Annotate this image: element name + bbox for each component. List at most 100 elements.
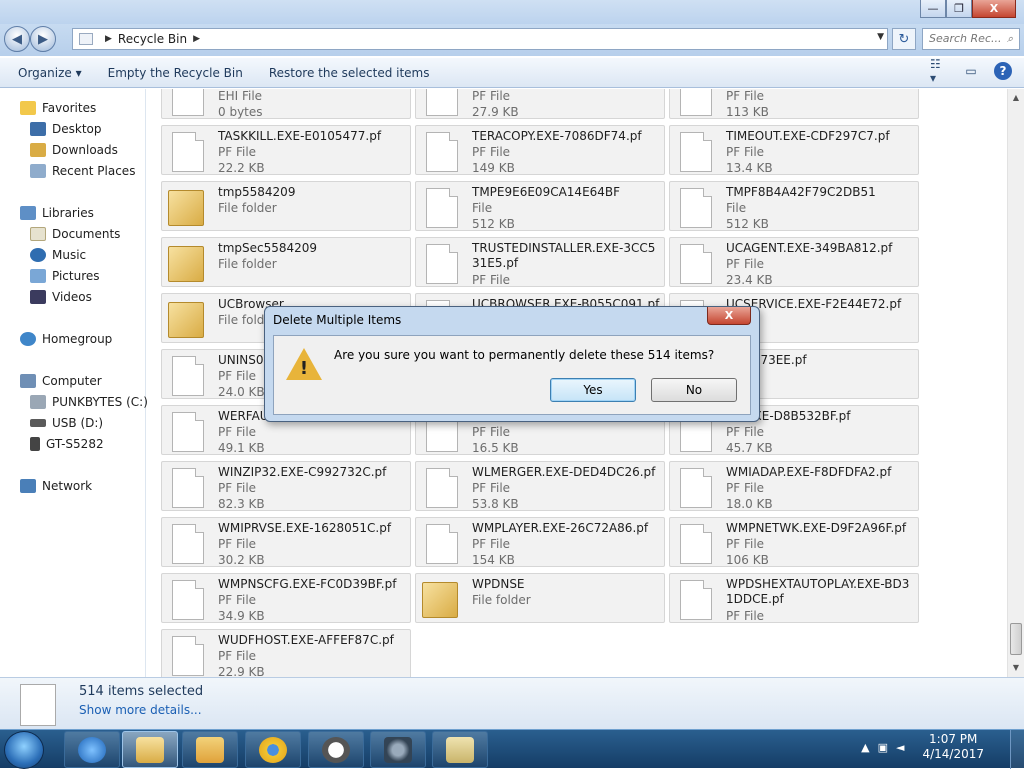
no-button[interactable]: No <box>651 378 737 402</box>
sidebar-item-music[interactable]: Music <box>30 246 86 264</box>
volume-icon[interactable]: ◄ <box>896 741 904 754</box>
search-icon: ⌕ <box>1006 32 1013 45</box>
file-size: 34.9 KB <box>218 609 265 623</box>
sidebar-item-device[interactable]: GT-S5282 <box>30 435 104 453</box>
scroll-down-icon[interactable]: ▼ <box>1010 661 1022 673</box>
file-type: PF File <box>472 425 511 439</box>
file-tile[interactable]: WMPNETWK.EXE-D9F2A96F.pf PF File 106 KB <box>669 517 919 567</box>
sidebar-label: GT-S5282 <box>46 437 104 451</box>
taskbar-media-player[interactable] <box>182 731 238 768</box>
restore-selected-button[interactable]: Restore the selected items <box>269 66 430 80</box>
breadcrumb-arrow-icon: ▶ <box>193 34 201 44</box>
dialog-close-button[interactable]: X <box>707 307 751 325</box>
file-tile[interactable]: TASKKILL.EXE-E0105477.pf PF File 22.2 KB <box>161 125 411 175</box>
file-size: 22.9 KB <box>218 665 265 677</box>
sidebar-label: Pictures <box>52 269 100 283</box>
taskbar-internet-explorer[interactable] <box>64 731 120 768</box>
toolbar-right-icons: ☷ ▾ ▭ ? <box>930 57 1012 85</box>
file-name: tmpSec5584209 <box>218 241 318 255</box>
file-name: WPDSHEXTAUTOPLAY.EXE-BD31DDCE.pf <box>726 577 910 606</box>
network-tray-icon[interactable]: ▣ <box>878 741 888 754</box>
file-tile[interactable]: PF File 27.9 KB <box>415 89 665 119</box>
help-icon[interactable]: ? <box>994 62 1012 80</box>
sidebar-label: Homegroup <box>42 332 113 346</box>
refresh-button[interactable]: ↻ <box>892 28 916 50</box>
sidebar-item-libraries[interactable]: Libraries <box>20 204 94 222</box>
file-name: TRUSTEDINSTALLER.EXE-3CC531E5.pf <box>472 241 656 270</box>
address-bar[interactable]: ▶ Recycle Bin ▶ ▼ <box>72 28 888 50</box>
file-tile[interactable]: tmpSec5584209 File folder <box>161 237 411 287</box>
sidebar-label: Computer <box>42 374 102 388</box>
taskbar-chrome[interactable] <box>245 731 301 768</box>
file-tile[interactable]: WMPLAYER.EXE-26C72A86.pf PF File 154 KB <box>415 517 665 567</box>
show-more-details-link[interactable]: Show more details... <box>79 703 202 717</box>
file-tile[interactable]: tmp5584209 File folder <box>161 181 411 231</box>
taskbar-explorer[interactable] <box>122 731 178 768</box>
sidebar-item-documents[interactable]: Documents <box>30 225 120 243</box>
empty-recycle-bin-button[interactable]: Empty the Recycle Bin <box>108 66 243 80</box>
sidebar-item-drive-c[interactable]: PUNKBYTES (C:) <box>30 393 148 411</box>
file-size: 512 KB <box>472 217 515 231</box>
dialog-message: Are you sure you want to permanently del… <box>334 348 715 362</box>
sidebar-item-network[interactable]: Network <box>20 477 92 495</box>
search-input[interactable]: Search Rec... ⌕ <box>922 28 1020 50</box>
back-button[interactable]: ◀ <box>4 26 30 52</box>
sidebar-item-homegroup[interactable]: Homegroup <box>20 330 112 348</box>
organize-button[interactable]: Organize ▾ <box>18 66 82 80</box>
file-tile[interactable]: WPDSHEXTAUTOPLAY.EXE-BD31DDCE.pf PF File <box>669 573 919 623</box>
scroll-thumb[interactable] <box>1010 623 1022 655</box>
file-tile[interactable]: WINZIP32.EXE-C992732C.pf PF File 82.3 KB <box>161 461 411 511</box>
file-tile[interactable]: WMIADAP.EXE-F8DFDFA2.pf PF File 18.0 KB <box>669 461 919 511</box>
file-icon <box>426 132 458 172</box>
selection-count: 514 items selected <box>79 684 204 699</box>
file-tile[interactable]: TRUSTEDINSTALLER.EXE-3CC531E5.pf PF File <box>415 237 665 287</box>
file-tile[interactable]: TERACOPY.EXE-7086DF74.pf PF File 149 KB <box>415 125 665 175</box>
taskbar-clock-app[interactable] <box>308 731 364 768</box>
file-tile[interactable]: TMPF8B4A42F79C2DB51 File 512 KB <box>669 181 919 231</box>
sidebar-item-computer[interactable]: Computer <box>20 372 102 390</box>
file-icon <box>680 89 712 116</box>
sidebar-item-downloads[interactable]: Downloads <box>30 141 118 159</box>
file-tile[interactable]: WUDFHOST.EXE-AFFEF87C.pf PF File 22.9 KB <box>161 629 411 677</box>
taskbar-tools-app[interactable] <box>432 731 488 768</box>
usb-drive-icon <box>30 419 46 427</box>
sidebar-item-desktop[interactable]: Desktop <box>30 120 102 138</box>
file-tile[interactable]: TMPE9E6E09CA14E64BF File 512 KB <box>415 181 665 231</box>
change-view-icon[interactable]: ☷ ▾ <box>930 57 948 85</box>
show-hidden-icons-icon[interactable]: ▲ <box>861 741 869 754</box>
sidebar-item-videos[interactable]: Videos <box>30 288 92 306</box>
scroll-up-icon[interactable]: ▲ <box>1010 91 1022 103</box>
close-button[interactable]: X <box>972 0 1016 18</box>
minimize-button[interactable]: — <box>920 0 946 18</box>
sidebar-item-pictures[interactable]: Pictures <box>30 267 100 285</box>
window-titlebar: — ❐ X <box>0 0 1024 24</box>
vertical-scrollbar[interactable]: ▲ ▼ <box>1007 89 1024 677</box>
file-tile[interactable]: WMIPRVSE.EXE-1628051C.pf PF File 30.2 KB <box>161 517 411 567</box>
sidebar-item-recent-places[interactable]: Recent Places <box>30 162 135 180</box>
clock[interactable]: 1:07 PM 4/14/2017 <box>922 732 984 762</box>
file-tile[interactable]: EHI File 0 bytes <box>161 89 411 119</box>
file-tile[interactable]: WPDNSE File folder <box>415 573 665 623</box>
preview-pane-icon[interactable]: ▭ <box>962 62 980 80</box>
file-tile[interactable]: TIMEOUT.EXE-CDF297C7.pf PF File 13.4 KB <box>669 125 919 175</box>
file-type: PF File <box>218 537 257 551</box>
file-name: WMIADAP.EXE-F8DFDFA2.pf <box>726 465 892 479</box>
breadcrumb-recycle-bin[interactable]: Recycle Bin <box>118 32 187 46</box>
homegroup-icon <box>20 332 36 346</box>
forward-button[interactable]: ▶ <box>30 26 56 52</box>
show-desktop-button[interactable] <box>1010 730 1024 769</box>
folder-icon <box>136 736 164 763</box>
taskbar-settings-app[interactable] <box>370 731 426 768</box>
file-tile[interactable]: UCAGENT.EXE-349BA812.pf PF File 23.4 KB <box>669 237 919 287</box>
yes-button[interactable]: Yes <box>550 378 636 402</box>
start-button[interactable] <box>4 731 44 769</box>
file-tile[interactable]: WMPNSCFG.EXE-FC0D39BF.pf PF File 34.9 KB <box>161 573 411 623</box>
file-size: 149 KB <box>472 161 515 175</box>
sidebar-item-favorites[interactable]: Favorites <box>20 99 96 117</box>
file-tile[interactable]: WLMERGER.EXE-DED4DC26.pf PF File 53.8 KB <box>415 461 665 511</box>
address-dropdown-icon[interactable]: ▼ <box>877 32 884 42</box>
sidebar-item-drive-d[interactable]: USB (D:) <box>30 414 103 432</box>
file-icon <box>426 188 458 228</box>
file-tile[interactable]: PF File 113 KB <box>669 89 919 119</box>
maximize-button[interactable]: ❐ <box>946 0 972 18</box>
